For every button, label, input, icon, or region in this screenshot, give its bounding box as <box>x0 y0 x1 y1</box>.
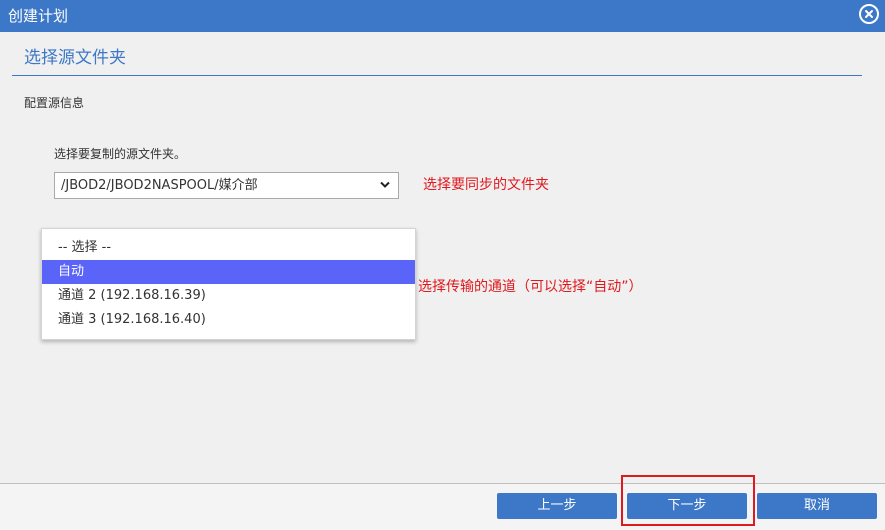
close-button[interactable] <box>859 4 879 24</box>
source-folder-value: /JBOD2/JBOD2NASPOOL/媒介部 <box>61 178 258 193</box>
chevron-down-icon <box>380 181 390 188</box>
channel-option-2[interactable]: 通道 2 (192.168.16.39) <box>42 284 415 308</box>
next-button-highlight <box>621 475 755 526</box>
close-circle-icon <box>861 6 877 22</box>
previous-button[interactable]: 上一步 <box>497 493 617 519</box>
section-title: 选择源文件夹 <box>24 48 126 68</box>
folder-annotation: 选择要同步的文件夹 <box>423 177 549 193</box>
section-divider <box>12 75 862 76</box>
channel-annotation: 选择传输的通道（可以选择“自动”） <box>418 279 643 295</box>
source-prompt: 选择要复制的源文件夹。 <box>54 147 187 161</box>
window-title: 创建计划 <box>8 7 69 25</box>
title-bar: 创建计划 <box>0 0 885 32</box>
channel-option-3[interactable]: 通道 3 (192.168.16.40) <box>42 308 415 332</box>
channel-option-auto[interactable]: 自动 <box>42 260 415 284</box>
source-folder-select[interactable]: /JBOD2/JBOD2NASPOOL/媒介部 <box>54 172 399 199</box>
cancel-button[interactable]: 取消 <box>757 493 877 519</box>
channel-listbox[interactable]: -- 选择 -- 自动 通道 2 (192.168.16.39) 通道 3 (1… <box>41 228 416 340</box>
channel-option-placeholder[interactable]: -- 选择 -- <box>42 236 415 260</box>
config-heading: 配置源信息 <box>24 96 85 110</box>
